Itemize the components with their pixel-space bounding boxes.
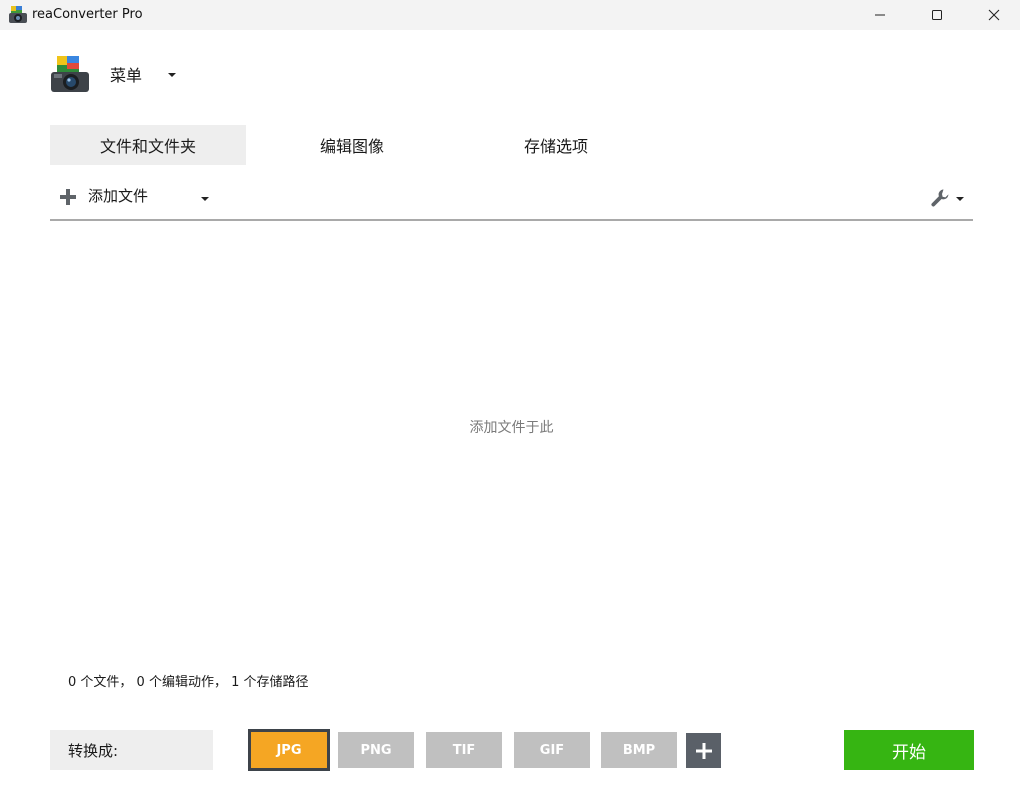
status-summary: 0 个文件， 0 个编辑动作， 1 个存储路径 — [68, 675, 309, 690]
format-label: GIF — [539, 742, 565, 758]
add-format-button[interactable] — [686, 733, 721, 768]
format-label: JPG — [276, 742, 302, 758]
file-drop-zone[interactable]: 添加文件于此 — [50, 222, 973, 642]
plus-icon[interactable] — [60, 189, 76, 205]
format-label: PNG — [360, 742, 392, 758]
minimize-button[interactable] — [852, 0, 908, 30]
drop-hint: 添加文件于此 — [469, 420, 554, 436]
tab-saving-options[interactable]: 存储选项 — [458, 125, 654, 165]
app-camera-icon — [9, 6, 27, 23]
format-button-gif[interactable]: GIF — [514, 732, 590, 768]
chevron-down-icon[interactable] — [955, 196, 965, 202]
chevron-down-icon[interactable] — [200, 196, 210, 202]
close-icon — [988, 9, 1000, 21]
title-bar: reaConverter Pro — [0, 0, 1020, 30]
tab-label: 编辑图像 — [319, 137, 384, 156]
tab-files-and-folders[interactable]: 文件和文件夹 — [50, 125, 246, 165]
format-button-jpg[interactable]: JPG — [248, 729, 330, 771]
format-button-tif[interactable]: TIF — [426, 732, 502, 768]
format-button-bmp[interactable]: BMP — [601, 732, 677, 768]
main-menu-button[interactable]: 菜单 — [110, 65, 142, 87]
tab-label: 文件和文件夹 — [99, 137, 196, 156]
chevron-down-icon[interactable] — [167, 72, 177, 78]
toolbar-divider — [50, 219, 973, 221]
add-files-button[interactable]: 添加文件 — [88, 186, 148, 207]
convert-to-text: 转换成: — [68, 741, 119, 760]
wrench-icon[interactable] — [930, 188, 950, 208]
start-button[interactable]: 开始 — [844, 730, 974, 770]
format-button-png[interactable]: PNG — [338, 732, 414, 768]
window-title: reaConverter Pro — [32, 7, 143, 22]
format-label: TIF — [452, 742, 476, 758]
format-label: BMP — [622, 742, 656, 758]
app-camera-icon[interactable] — [49, 54, 91, 96]
tab-label: 存储选项 — [523, 137, 588, 156]
close-button[interactable] — [966, 0, 1020, 30]
minimize-icon — [875, 14, 885, 16]
start-label: 开始 — [892, 742, 926, 763]
plus-icon — [695, 742, 712, 759]
maximize-icon — [932, 10, 942, 20]
convert-to-label: 转换成: — [50, 730, 213, 770]
tab-edit-images[interactable]: 编辑图像 — [254, 125, 450, 165]
maximize-button[interactable] — [909, 0, 965, 30]
